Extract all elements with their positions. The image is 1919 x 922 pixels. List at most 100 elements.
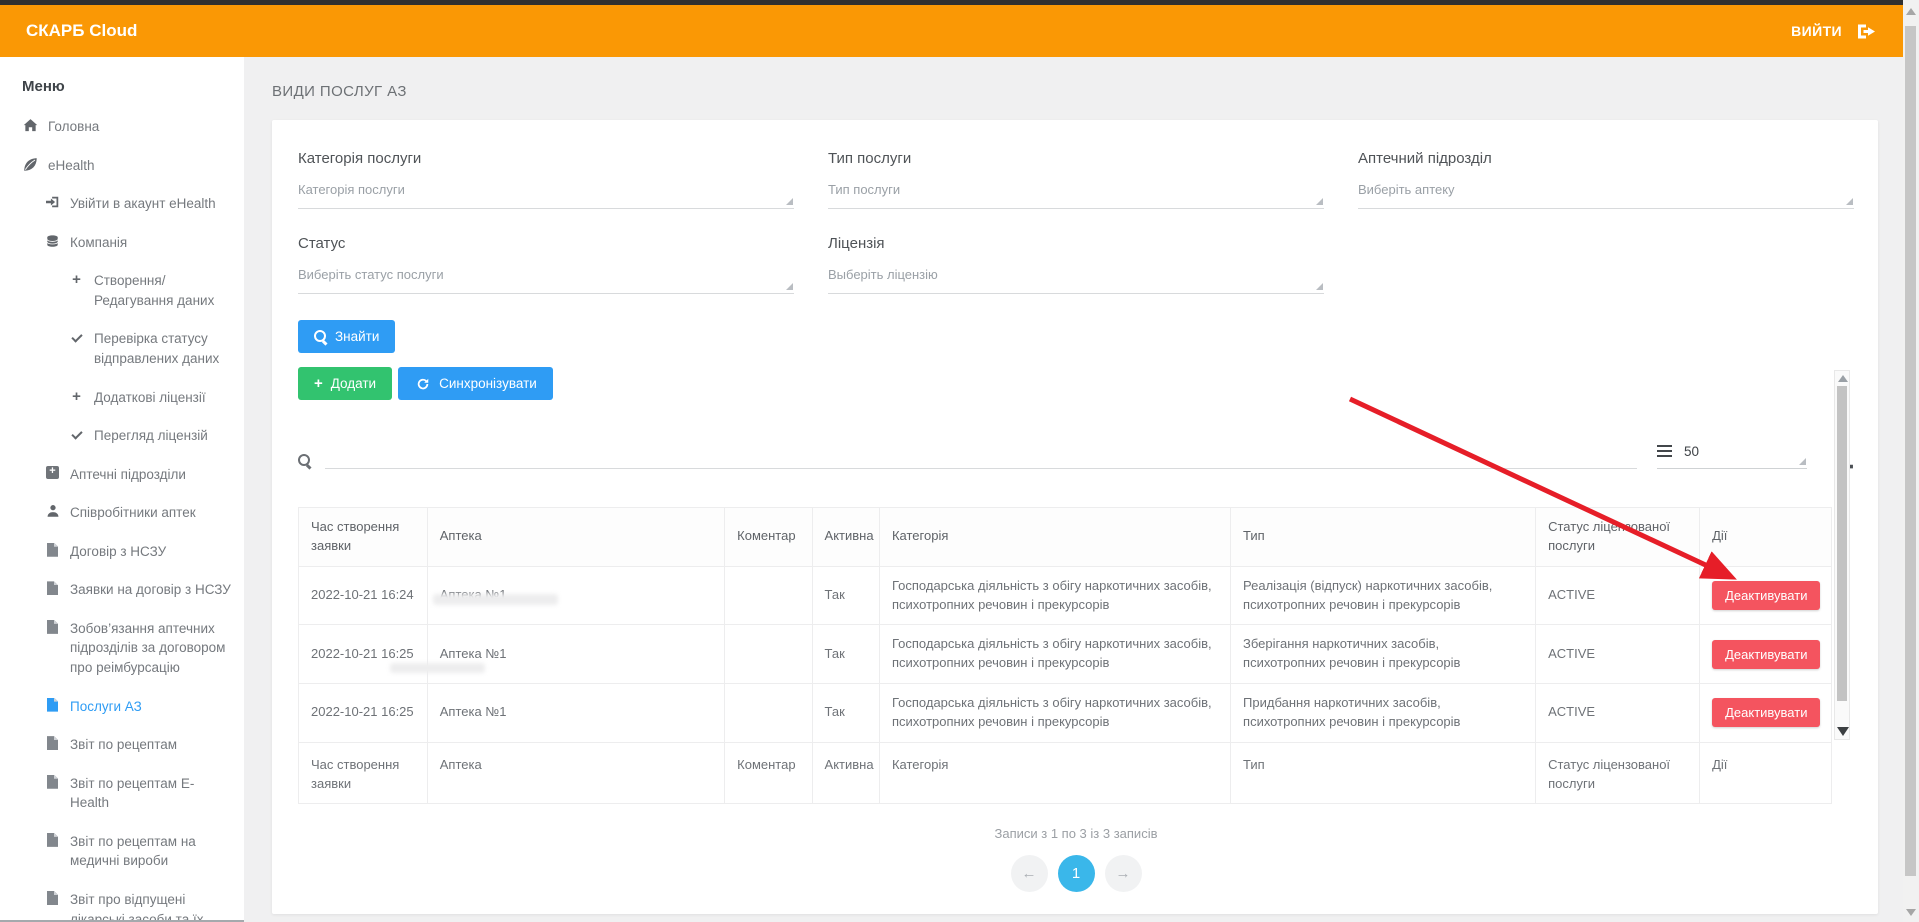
- scroll-down-arrow[interactable]: [1837, 727, 1849, 736]
- deactivate-button[interactable]: Деактивувати: [1712, 698, 1820, 727]
- column-header[interactable]: Дії: [1700, 508, 1832, 567]
- plus-icon: +: [68, 389, 85, 408]
- cell-comment: [725, 684, 812, 743]
- sidebar-item-label: Звіт по рецептам: [70, 735, 177, 755]
- select-corner-icon: [786, 283, 793, 290]
- column-header[interactable]: Час створення заявки: [299, 508, 428, 567]
- sync-button[interactable]: Синхронізувати: [398, 367, 553, 400]
- cell-category: Господарська діяльність з обігу наркотич…: [879, 625, 1230, 684]
- pagination: ← 1 →: [298, 855, 1854, 892]
- deactivate-button[interactable]: Деактивувати: [1712, 581, 1820, 610]
- sidebar-item[interactable]: Звіт про відпущені лікарські засоби та ї…: [22, 890, 232, 922]
- sidebar-item-label: Співробітники аптек: [70, 503, 196, 523]
- sidebar-item-label: Аптечні підрозділи: [70, 465, 186, 485]
- window-scrollbar-thumb[interactable]: [1905, 26, 1916, 876]
- column-header[interactable]: Категорія: [879, 508, 1230, 567]
- filter-label: Категорія послуги: [298, 150, 794, 167]
- card-scrollbar-thumb[interactable]: [1837, 386, 1847, 701]
- sidebar-item[interactable]: Перегляд ліцензій: [22, 426, 232, 446]
- database-icon: [44, 234, 61, 253]
- cell-created: 2022-10-21 16:25: [299, 625, 428, 684]
- sidebar-item[interactable]: Звіт по рецептам: [22, 735, 232, 755]
- footer-column-header: Тип: [1231, 742, 1536, 804]
- sidebar-item[interactable]: Звіт по рецептам E-Health: [22, 774, 232, 813]
- footer-column-header: Час створення заявки: [299, 742, 428, 804]
- cell-pharmacy: Аптека №1: [427, 684, 724, 743]
- pagination-prev[interactable]: ←: [1011, 855, 1048, 892]
- sidebar-item[interactable]: Заявки на договір з НСЗУ: [22, 580, 232, 600]
- sidebar-item[interactable]: Головна: [22, 117, 232, 137]
- menu-bars-icon: [1657, 442, 1672, 460]
- filter-placeholder: Виберіть аптеку: [1358, 182, 1455, 197]
- window-scrollbar[interactable]: [1903, 0, 1919, 922]
- sidebar-item[interactable]: eHealth: [22, 156, 232, 176]
- sidebar-item[interactable]: Послуги АЗ: [22, 697, 232, 717]
- window-scroll-up-arrow[interactable]: [1906, 8, 1916, 15]
- sidebar-item[interactable]: Звіт по рецептам на медичні вироби: [22, 832, 232, 871]
- column-header[interactable]: Тип: [1231, 508, 1536, 567]
- cell-comment: [725, 566, 812, 625]
- sidebar-nav: Головна eHealth Увійти в акаунт eHealth Ком…: [22, 117, 232, 922]
- file-icon: [44, 620, 61, 678]
- add-button[interactable]: + Додати: [298, 367, 392, 400]
- file-icon: [44, 543, 61, 562]
- pagination-page-1[interactable]: 1: [1058, 855, 1095, 892]
- column-header[interactable]: Коментар: [725, 508, 812, 567]
- sidebar-item-label: Зобов’язання аптечних підрозділів за дог…: [70, 619, 232, 678]
- page-size-select[interactable]: 50: [1657, 442, 1807, 469]
- footer-column-header: Коментар: [725, 742, 812, 804]
- filter-label: Ліцензія: [828, 235, 1324, 252]
- table-footer-row: Час створення заявкиАптекаКоментарАктивн…: [299, 742, 1832, 804]
- cell-type: Зберігання наркотичних засобів, психотро…: [1231, 625, 1536, 684]
- plus-square-icon: +: [44, 466, 61, 485]
- sidebar-item[interactable]: Компанія: [22, 233, 232, 253]
- table-header-row: Час створення заявкиАптекаКоментарАктивн…: [299, 508, 1832, 567]
- filter-select[interactable]: Категорія послуги: [298, 181, 794, 209]
- logout-label: ВИЙТИ: [1791, 23, 1842, 39]
- window-scroll-down-arrow[interactable]: [1906, 909, 1916, 916]
- cell-active: Так: [812, 566, 879, 625]
- sidebar-item[interactable]: Співробітники аптек: [22, 503, 232, 523]
- filter-select[interactable]: Тип послуги: [828, 181, 1324, 209]
- cell-type: Реалізація (відпуск) наркотичних засобів…: [1231, 566, 1536, 625]
- footer-column-header: Дії: [1700, 742, 1832, 804]
- deactivate-button[interactable]: Деактивувати: [1712, 640, 1820, 669]
- footer-column-header: Категорія: [879, 742, 1230, 804]
- add-button-label: Додати: [331, 376, 376, 391]
- find-button[interactable]: Знайти: [298, 320, 395, 353]
- filter-select[interactable]: Виберіть статус послуги: [298, 266, 794, 294]
- column-header[interactable]: Активна: [812, 508, 879, 567]
- filter-select[interactable]: Виберіть аптеку: [1358, 181, 1854, 209]
- scroll-up-arrow[interactable]: [1838, 375, 1848, 382]
- filter-field: Аптечний підрозділ Виберіть аптеку: [1358, 150, 1854, 209]
- sidebar-item[interactable]: Зобов’язання аптечних підрозділів за дог…: [22, 619, 232, 678]
- sync-button-label: Синхронізувати: [439, 376, 537, 391]
- user-icon: [44, 504, 61, 523]
- sidebar-item[interactable]: Договір з НСЗУ: [22, 542, 232, 562]
- pagination-next[interactable]: →: [1105, 855, 1142, 892]
- filter-field: Категорія послуги Категорія послуги: [298, 150, 794, 209]
- column-header[interactable]: Статус ліцензованої послуги: [1536, 508, 1700, 567]
- sync-icon: [414, 377, 431, 391]
- logout-button[interactable]: ВИЙТИ: [1791, 23, 1875, 39]
- sidebar-item-label: Перегляд ліцензій: [94, 426, 208, 446]
- column-header[interactable]: Аптека: [427, 508, 724, 567]
- card-scrollbar[interactable]: [1834, 370, 1850, 740]
- cell-actions: Деактивувати: [1700, 625, 1832, 684]
- sidebar-item-label: Компанія: [70, 233, 127, 253]
- sidebar-item[interactable]: +Додаткові ліцензії: [22, 388, 232, 408]
- sidebar-item[interactable]: Перевірка статусу відправлених даних: [22, 329, 232, 368]
- cell-comment: [725, 625, 812, 684]
- sidebar-item[interactable]: Увійти в акаунт eHealth: [22, 194, 232, 214]
- filter-select[interactable]: Выберіть ліцензію: [828, 266, 1324, 294]
- sidebar-item[interactable]: +Створення/Редагування даних: [22, 271, 232, 310]
- cell-pharmacy: Аптека №1: [427, 625, 724, 684]
- cell-status: ACTIVE: [1536, 566, 1700, 625]
- search-icon: [314, 330, 327, 343]
- main-content: ВИДИ ПОСЛУГ АЗ Категорія послугиКатегорі…: [244, 57, 1878, 922]
- table-body: 2022-10-21 16:24Аптека №1ТакГосподарська…: [299, 566, 1832, 742]
- table-search-input[interactable]: [325, 445, 1637, 469]
- sidebar-item-label: Заявки на договір з НСЗУ: [70, 580, 231, 600]
- filter-label: Аптечний підрозділ: [1358, 150, 1854, 167]
- sidebar-item[interactable]: + Аптечні підрозділи: [22, 465, 232, 485]
